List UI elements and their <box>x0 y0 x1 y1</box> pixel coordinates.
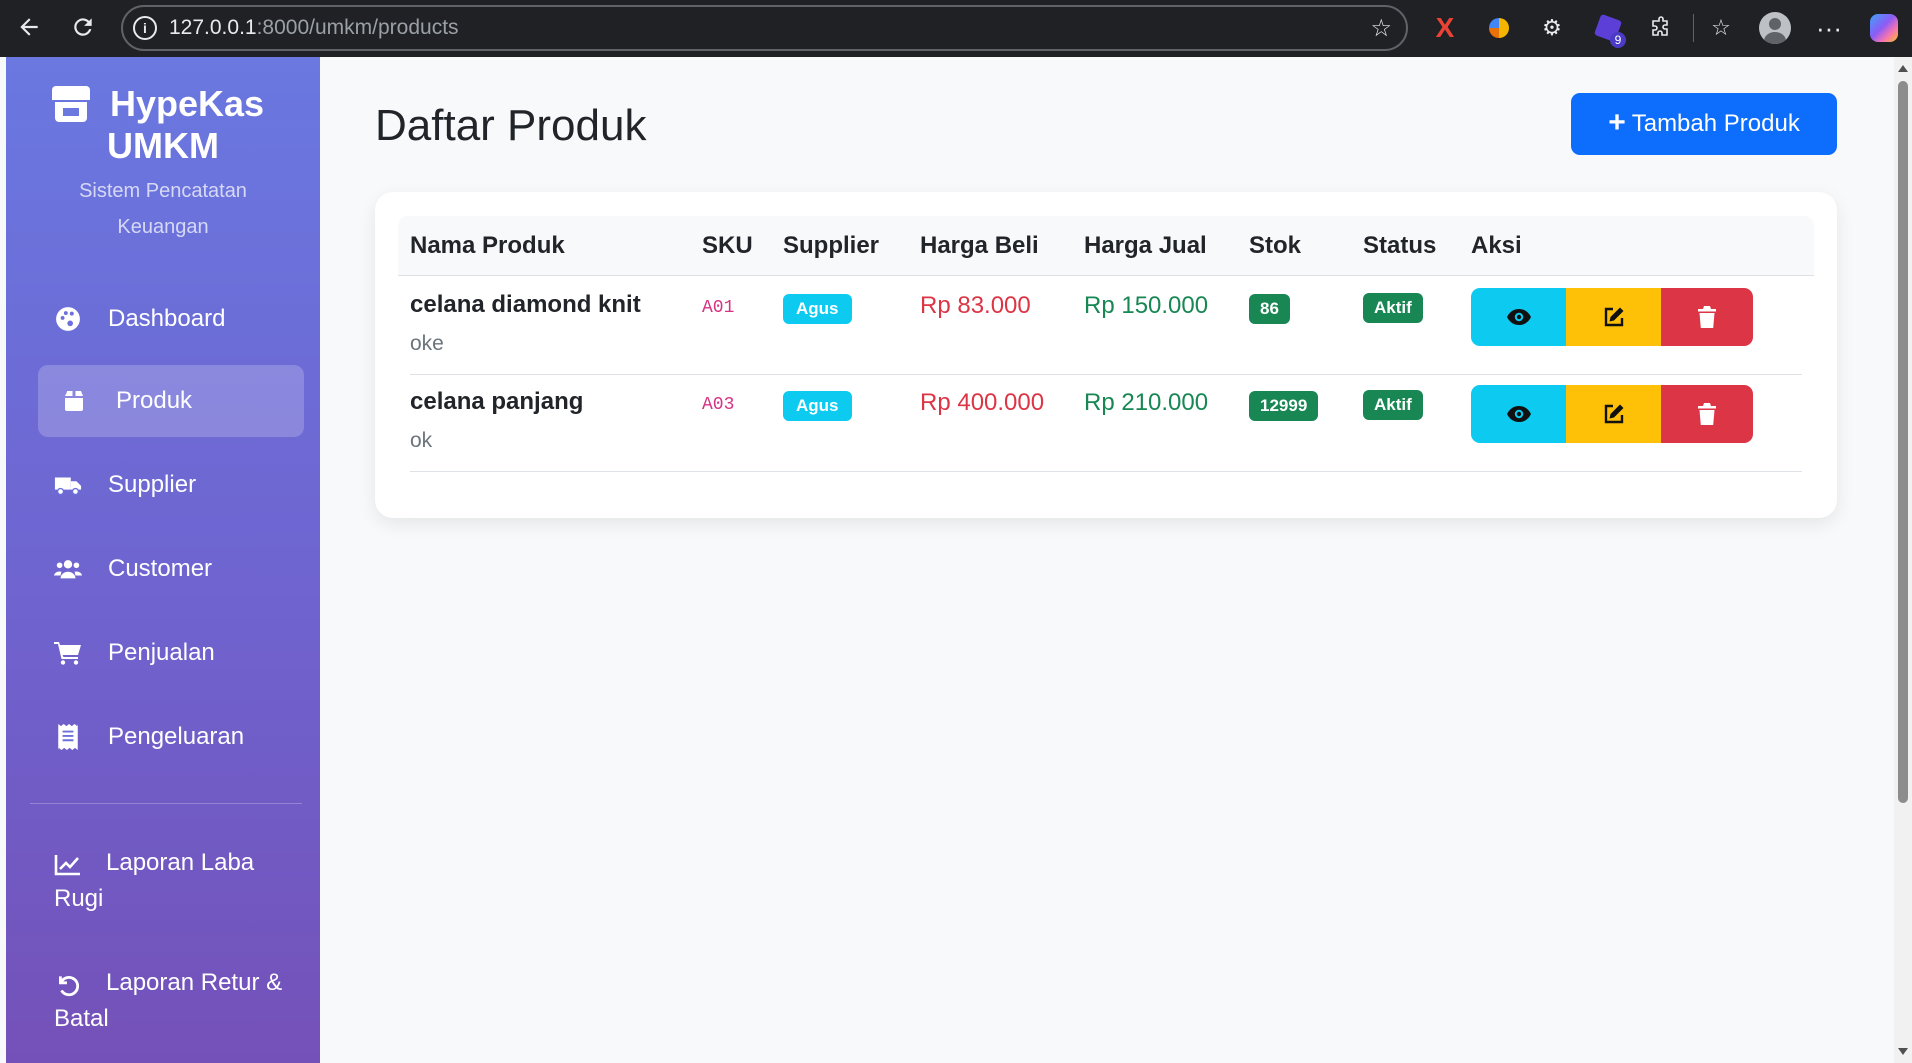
page-scrollbar[interactable] <box>1894 57 1912 1063</box>
sidebar: HypeKas UMKM Sistem Pencatatan Keuangan … <box>6 57 320 1063</box>
row-divider <box>410 374 1802 375</box>
header-harga-jual: Harga Jual <box>1084 232 1207 259</box>
page-title: Daftar Produk <box>375 101 647 150</box>
sidebar-item-label: Dashboard <box>108 305 226 332</box>
header-supplier: Supplier <box>783 232 880 259</box>
buy-price: Rp 400.000 <box>920 389 1045 416</box>
extension-gear-icon[interactable]: ⚙ <box>1534 10 1570 46</box>
eye-icon <box>1506 309 1531 325</box>
box-icon <box>60 387 88 415</box>
stock-badge: 86 <box>1249 294 1290 324</box>
sidebar-item-laporan-retur-batal[interactable]: Laporan Retur & Batal <box>38 965 304 1037</box>
header-sku: SKU <box>702 232 753 259</box>
extensions-puzzle-icon[interactable] <box>1643 10 1679 46</box>
row-divider <box>410 471 1802 472</box>
sidebar-item-label: Supplier <box>108 471 197 498</box>
sidebar-item-penjualan[interactable]: Penjualan <box>38 617 304 689</box>
edit-icon <box>1604 404 1623 424</box>
brand-title-line2: UMKM <box>107 125 219 166</box>
address-bar[interactable]: i 127.0.0.1:8000/umkm/products ☆ <box>121 5 1408 51</box>
add-product-label: Tambah Produk <box>1631 110 1800 137</box>
sell-price: Rp 150.000 <box>1084 292 1209 319</box>
reload-icon[interactable] <box>63 7 103 47</box>
scroll-down-icon[interactable] <box>1898 1048 1908 1055</box>
browser-toolbar: i 127.0.0.1:8000/umkm/products ☆ X ⚙ 9 ☆… <box>0 0 1912 57</box>
sidebar-item-produk[interactable]: Produk <box>38 365 304 437</box>
truck-icon <box>54 471 82 499</box>
users-icon <box>54 555 82 583</box>
favorites-icon[interactable]: ☆ <box>1703 10 1739 46</box>
sidebar-item-label: Penjualan <box>108 639 215 666</box>
header-harga-beli: Harga Beli <box>920 232 1039 259</box>
main-content: Daftar Produk + Tambah Produk Nama Produ… <box>320 57 1894 1063</box>
view-button[interactable] <box>1471 288 1566 346</box>
profile-avatar-icon[interactable] <box>1757 10 1793 46</box>
view-button[interactable] <box>1471 385 1566 443</box>
header-aksi: Aksi <box>1471 232 1522 259</box>
undo-icon <box>54 971 82 999</box>
back-icon[interactable] <box>9 7 49 47</box>
cart-icon <box>54 639 82 667</box>
copilot-icon[interactable] <box>1866 10 1902 46</box>
sidebar-item-label: Laporan Laba Rugi <box>54 849 255 912</box>
edit-button[interactable] <box>1566 385 1661 443</box>
product-description: ok <box>410 429 433 452</box>
supplier-badge: Agus <box>783 391 852 421</box>
stock-badge: 12999 <box>1249 391 1319 421</box>
edit-icon <box>1604 307 1623 327</box>
brand: HypeKas UMKM Sistem Pencatatan Keuangan <box>6 57 320 245</box>
sidebar-item-label: Produk <box>116 387 193 414</box>
buy-price: Rp 83.000 <box>920 292 1031 319</box>
chart-line-icon <box>54 851 82 879</box>
info-icon[interactable]: i <box>133 16 157 40</box>
palette-icon <box>54 305 82 333</box>
header-status: Status <box>1363 232 1437 259</box>
product-name: celana panjang <box>410 388 584 415</box>
brand-subtitle: Sistem Pencatatan Keuangan <box>79 180 247 238</box>
sidebar-divider <box>30 803 302 804</box>
sidebar-item-label: Laporan Retur & Batal <box>54 969 283 1032</box>
sidebar-item-laporan-laba-rugi[interactable]: Laporan Laba Rugi <box>38 845 304 917</box>
scroll-thumb[interactable] <box>1898 81 1908 803</box>
sell-price: Rp 210.000 <box>1084 389 1209 416</box>
action-button-group <box>1471 385 1753 443</box>
add-product-button[interactable]: + Tambah Produk <box>1571 93 1837 155</box>
product-sku: A03 <box>702 395 735 415</box>
bookmark-star-icon[interactable]: ☆ <box>1370 14 1392 43</box>
status-badge: Aktif <box>1363 390 1423 420</box>
store-icon <box>51 86 90 122</box>
status-badge: Aktif <box>1363 293 1423 323</box>
trash-icon <box>1698 403 1716 425</box>
supplier-badge: Agus <box>783 294 852 324</box>
extension-badge: 9 <box>1610 32 1626 48</box>
product-description: oke <box>410 332 444 355</box>
delete-button[interactable] <box>1661 385 1753 443</box>
edit-button[interactable] <box>1566 288 1661 346</box>
extension-x-icon[interactable]: X <box>1427 10 1463 46</box>
sidebar-item-label: Pengeluaran <box>108 723 245 750</box>
extension-cube-icon[interactable]: 9 <box>1590 10 1626 48</box>
extension-orange-icon[interactable] <box>1481 10 1517 46</box>
more-menu-icon[interactable]: ··· <box>1811 10 1847 46</box>
trash-icon <box>1698 306 1716 328</box>
receipt-icon <box>54 723 82 751</box>
product-name: celana diamond knit <box>410 291 641 318</box>
product-sku: A01 <box>702 298 735 318</box>
delete-button[interactable] <box>1661 288 1753 346</box>
products-card: Nama Produk SKU Supplier Harga Beli Harg… <box>375 192 1837 518</box>
scroll-up-icon[interactable] <box>1898 65 1908 72</box>
sidebar-item-dashboard[interactable]: Dashboard <box>38 283 304 355</box>
sidebar-item-label: Customer <box>108 555 213 582</box>
toolbar-divider <box>1693 14 1694 42</box>
sidebar-item-pengeluaran[interactable]: Pengeluaran <box>38 701 304 773</box>
sidebar-item-supplier[interactable]: Supplier <box>38 449 304 521</box>
action-button-group <box>1471 288 1753 346</box>
brand-title: HypeKas <box>109 83 265 124</box>
url-text[interactable]: 127.0.0.1:8000/umkm/products <box>169 16 459 40</box>
header-stok: Stok <box>1249 232 1302 259</box>
header-nama-produk: Nama Produk <box>410 232 565 259</box>
plus-icon: + <box>1608 106 1626 139</box>
sidebar-item-customer[interactable]: Customer <box>38 533 304 605</box>
eye-icon <box>1506 406 1531 422</box>
